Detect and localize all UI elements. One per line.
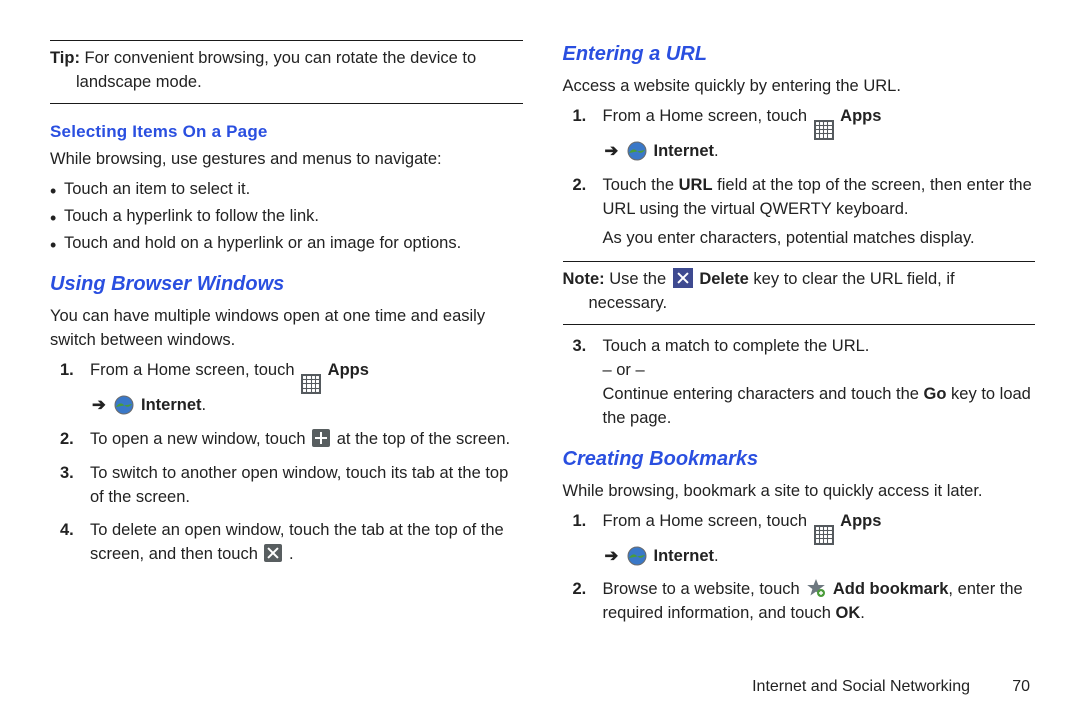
entering-url-steps-cont: 3. Touch a match to complete the URL. – … (563, 335, 1036, 431)
browser-windows-steps: 1. From a Home screen, touch Apps ➔ Inte… (50, 359, 523, 567)
step-4: 4. To delete an open window, touch the t… (50, 519, 523, 567)
note-text-3: necessary. (563, 292, 1036, 316)
step-1: 1. From a Home screen, touch Apps ➔ Inte… (563, 510, 1036, 569)
internet-globe-icon (627, 546, 647, 566)
note-text-2: key to clear the URL field, if (749, 270, 955, 288)
step-3: 3. To switch to another open window, tou… (50, 462, 523, 510)
list-item: Touch a hyperlink to follow the link. (50, 205, 523, 229)
period: . (714, 142, 719, 160)
plus-icon (312, 429, 330, 447)
bookmarks-steps: 1. From a Home screen, touch Apps ➔ Inte… (563, 510, 1036, 627)
close-icon (264, 544, 282, 562)
step-text: Browse to a website, touch (603, 580, 805, 598)
page-number: 70 (1000, 678, 1030, 696)
internet-label: Internet (654, 547, 715, 565)
apps-label: Apps (328, 361, 369, 379)
step-text: Continue entering characters and touch t… (603, 385, 924, 403)
step-1: 1. From a Home screen, touch Apps ➔ Inte… (563, 105, 1036, 164)
step-2: 2. Touch the URL field at the top of the… (563, 174, 1036, 252)
subheading-selecting-items: Selecting Items On a Page (50, 120, 523, 145)
step-2: 2. Browse to a website, touch Add bookma… (563, 578, 1036, 626)
internet-label: Internet (141, 396, 202, 414)
rule-top-left (50, 40, 523, 41)
step-text: From a Home screen, touch (603, 107, 812, 125)
add-bookmark-label: Add bookmark (833, 580, 949, 598)
step-text: . (289, 545, 294, 563)
arrow-icon: ➔ (605, 545, 619, 569)
add-bookmark-star-icon (806, 578, 826, 598)
list-item: Touch an item to select it. (50, 178, 523, 202)
tip-text-1: For convenient browsing, you can rotate … (80, 49, 476, 67)
step-text: To delete an open window, touch the tab … (90, 521, 504, 563)
tip-label: Tip: (50, 49, 80, 67)
entering-url-steps: 1. From a Home screen, touch Apps ➔ Inte… (563, 105, 1036, 251)
browser-windows-intro: You can have multiple windows open at on… (50, 305, 523, 353)
tip-text-2: landscape mode. (50, 71, 523, 95)
step-text: Touch the (603, 176, 679, 194)
internet-globe-icon (114, 395, 134, 415)
apps-icon (301, 374, 321, 394)
entering-url-intro: Access a website quickly by entering the… (563, 75, 1036, 99)
delete-label: Delete (699, 270, 749, 288)
apps-icon (814, 120, 834, 140)
internet-label: Internet (654, 142, 715, 160)
or-divider: – or – (603, 361, 645, 379)
left-column: Tip: For convenient browsing, you can ro… (50, 40, 523, 690)
tip-block: Tip: For convenient browsing, you can ro… (50, 47, 523, 95)
step-text: As you enter characters, potential match… (603, 229, 975, 247)
period: . (202, 396, 207, 414)
ok-label: OK (835, 604, 860, 622)
step-text: Touch a match to complete the URL. (603, 337, 870, 355)
step-2: 2. To open a new window, touch at the to… (50, 428, 523, 452)
apps-label: Apps (840, 512, 881, 530)
right-column: Entering a URL Access a website quickly … (563, 40, 1036, 690)
note-text-1: Use the (605, 270, 671, 288)
step-1: 1. From a Home screen, touch Apps ➔ Inte… (50, 359, 523, 418)
arrow-icon: ➔ (605, 140, 619, 164)
selecting-intro: While browsing, use gestures and menus t… (50, 148, 523, 172)
rule-after-note (563, 324, 1036, 325)
note-block: Note: Use the Delete key to clear the UR… (563, 268, 1036, 316)
bookmarks-intro: While browsing, bookmark a site to quick… (563, 480, 1036, 504)
step-text: From a Home screen, touch (603, 512, 812, 530)
step-text: To switch to another open window, touch … (90, 464, 508, 506)
step-text: From a Home screen, touch (90, 361, 299, 379)
heading-entering-url: Entering a URL (563, 40, 1036, 69)
selecting-bullets: Touch an item to select it. Touch a hype… (50, 178, 523, 256)
step-3: 3. Touch a match to complete the URL. – … (563, 335, 1036, 431)
internet-globe-icon (627, 141, 647, 161)
rule-after-tip (50, 103, 523, 104)
heading-creating-bookmarks: Creating Bookmarks (563, 445, 1036, 474)
arrow-icon: ➔ (92, 394, 106, 418)
step-text: To open a new window, touch (90, 430, 310, 448)
manual-page: Tip: For convenient browsing, you can ro… (0, 0, 1080, 720)
rule-before-note (563, 261, 1036, 262)
step-text: . (860, 604, 865, 622)
heading-using-browser-windows: Using Browser Windows (50, 270, 523, 299)
url-label: URL (679, 176, 713, 194)
note-label: Note: (563, 270, 605, 288)
list-item: Touch and hold on a hyperlink or an imag… (50, 232, 523, 256)
go-key-label: Go (924, 385, 947, 403)
step-text: at the top of the screen. (337, 430, 510, 448)
apps-icon (814, 525, 834, 545)
period: . (714, 547, 719, 565)
page-footer: Internet and Social Networking 70 (752, 678, 1030, 696)
delete-key-icon (673, 268, 693, 288)
footer-title: Internet and Social Networking (752, 678, 970, 696)
apps-label: Apps (840, 107, 881, 125)
